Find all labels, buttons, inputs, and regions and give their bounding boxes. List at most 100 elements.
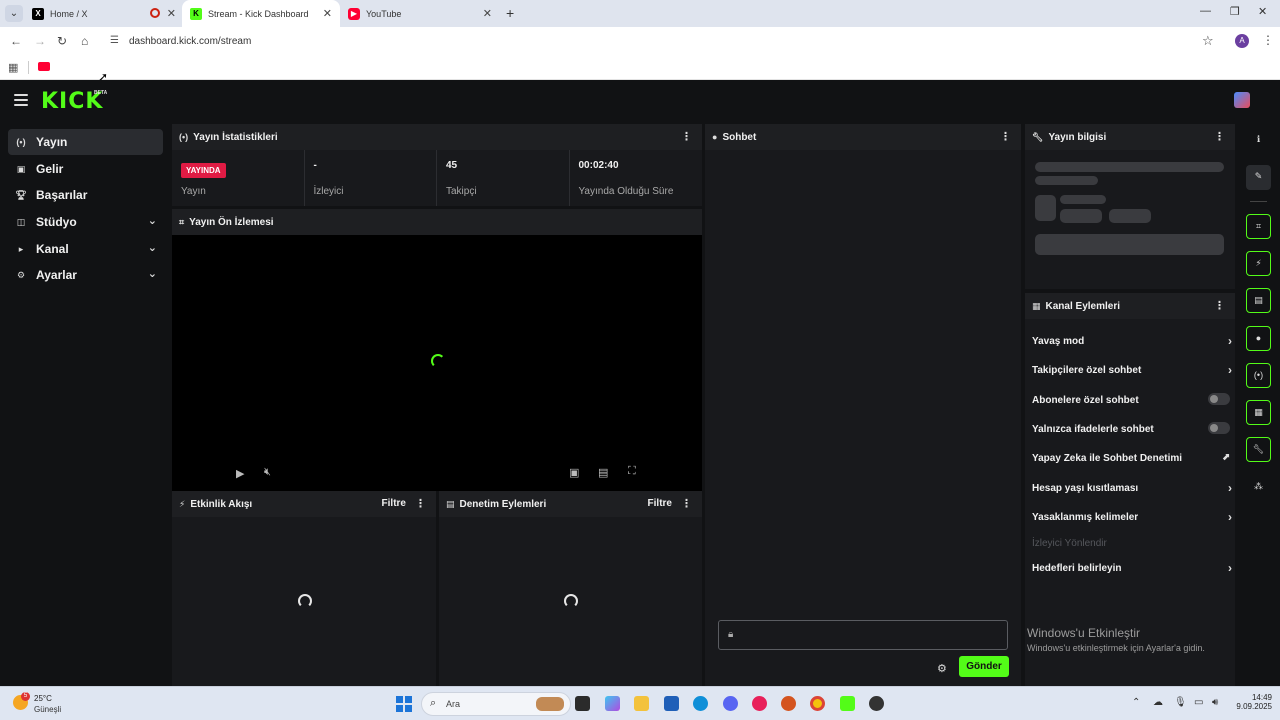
tab-youtube[interactable]: ▶ YouTube ✕ (340, 0, 500, 27)
user-avatar[interactable] (1234, 92, 1250, 108)
network-icon[interactable]: ▭ (1194, 697, 1203, 708)
opera-icon[interactable] (752, 696, 767, 711)
sidebar-item-studyo[interactable]: ◫ Stüdyo ⌄ (8, 209, 163, 235)
task-view-icon[interactable] (575, 696, 590, 711)
hamburger-menu-icon[interactable] (14, 94, 28, 106)
discord-icon[interactable] (723, 696, 738, 711)
panel-header: ● Sohbet ⋮ (705, 124, 1021, 150)
back-icon[interactable]: ← (10, 34, 22, 48)
close-icon[interactable]: ✕ (323, 7, 332, 20)
action-ai-chat-moderation[interactable]: Yapay Zeka ile Sohbet Denetimi ⬈ (1032, 452, 1230, 464)
sidebar: (•) Yayın ▣ Gelir 🏆︎ Başarılar ◫ Stüdyo … (0, 122, 170, 686)
more-options-icon[interactable]: ⋮ (681, 130, 692, 143)
live-badge: YAYINDA (181, 163, 226, 178)
forward-icon[interactable]: → (34, 34, 46, 48)
mini-player-icon[interactable]: ▣ (569, 466, 579, 479)
sidebar-item-basarilar[interactable]: 🏆︎ Başarılar (8, 182, 163, 208)
recording-indicator-icon (150, 8, 160, 18)
chevron-right-icon: › (1228, 481, 1232, 495)
tab-kick-dashboard[interactable]: K Stream - Kick Dashboard ✕ (182, 0, 340, 27)
more-options-icon[interactable]: ⋮ (1214, 299, 1225, 312)
toggle-switch[interactable] (1208, 393, 1230, 405)
sidebar-item-yayin[interactable]: (•) Yayın (8, 129, 163, 155)
youtube-bookmark-icon[interactable] (38, 62, 50, 71)
volume-icon[interactable]: 🔊︎ (1212, 697, 1218, 708)
sidebar-item-ayarlar[interactable]: ⚙ Ayarlar ⌄ (8, 262, 163, 288)
action-slow-mode[interactable]: Yavaş mod › (1032, 334, 1232, 348)
search-placeholder: Ara (446, 699, 461, 709)
preview-icon[interactable]: ⌗ (1246, 214, 1271, 239)
stream-preview-panel: ⌗ Yayın Ön İzlemesi ▶ 🔇︎ ▣ ▤ ⛶ (172, 209, 702, 491)
broadcast-icon[interactable]: (•) (1246, 363, 1271, 388)
chevron-down-icon[interactable]: ⌄ (148, 214, 157, 227)
weather-temperature[interactable]: 25°C (34, 694, 52, 703)
copilot-icon[interactable] (605, 696, 620, 711)
more-options-icon[interactable]: ⋮ (1214, 130, 1225, 143)
weather-condition[interactable]: Güneşli (34, 705, 61, 714)
minimize-icon[interactable]: — (1200, 5, 1211, 17)
system-clock[interactable]: 14:49 9.09.2025 (1232, 693, 1272, 711)
taskbar-search[interactable]: ⌕ Ara (421, 692, 571, 716)
url-field[interactable]: dashboard.kick.com/stream (129, 36, 251, 47)
filter-button[interactable]: Filtre (382, 498, 406, 509)
send-button[interactable]: Gönder (959, 656, 1009, 677)
info-icon[interactable]: ℹ (1246, 128, 1271, 153)
wrench-icon[interactable]: 🔧︎ (1246, 437, 1271, 462)
close-icon[interactable]: ✕ (483, 7, 492, 20)
restore-icon[interactable]: ❐ (1230, 5, 1240, 18)
store-icon[interactable] (664, 696, 679, 711)
site-info-icon[interactable]: ☰ (110, 35, 119, 46)
video-player[interactable]: ▶ 🔇︎ ▣ ▤ ⛶ (172, 235, 702, 491)
theater-mode-icon[interactable]: ▤ (598, 466, 608, 479)
sidebar-item-gelir[interactable]: ▣ Gelir (8, 156, 163, 182)
tab-home-x[interactable]: X Home / X ✕ (24, 0, 184, 27)
home-icon[interactable]: ⌂ (81, 34, 88, 48)
more-options-icon[interactable]: ⋮ (415, 497, 426, 510)
bookmark-star-icon[interactable]: ☆ (1202, 33, 1214, 49)
action-account-age-restriction[interactable]: Hesap yaşı kısıtlaması › (1032, 481, 1232, 495)
kick-app-icon[interactable] (840, 696, 855, 711)
chevron-down-icon[interactable]: ⌄ (148, 241, 157, 254)
action-set-goals[interactable]: Hedefleri belirleyin › (1032, 561, 1232, 575)
tab-title: Home / X (50, 8, 88, 19)
add-widget-icon[interactable]: ⁂ (1246, 475, 1271, 500)
microphone-icon[interactable]: 🎙︎ (1174, 697, 1187, 708)
reload-icon[interactable]: ↻ (57, 34, 67, 48)
toggle-switch[interactable] (1208, 422, 1230, 434)
new-tab-icon[interactable]: + (506, 5, 514, 21)
lightning-icon[interactable]: ⚡︎ (1246, 251, 1271, 276)
edge-icon[interactable] (693, 696, 708, 711)
brave-icon[interactable] (781, 696, 796, 711)
more-options-icon[interactable]: ⋮ (1000, 130, 1011, 143)
tab-search-chevron-icon[interactable]: ⌄ (5, 5, 23, 22)
action-label: Yasaklanmış kelimeler (1032, 512, 1139, 523)
chat-icon[interactable]: ● (1246, 326, 1271, 351)
cloud-icon[interactable]: ☁ (1153, 697, 1163, 708)
filter-button[interactable]: Filtre (648, 498, 672, 509)
window-close-icon[interactable]: ✕ (1258, 5, 1267, 18)
windows-start-icon[interactable] (396, 696, 412, 712)
chevron-up-icon[interactable]: ⌃ (1132, 697, 1140, 708)
apps-grid-icon[interactable]: ▦ (8, 61, 18, 74)
file-explorer-icon[interactable] (634, 696, 649, 711)
action-banned-words[interactable]: Yasaklanmış kelimeler › (1032, 510, 1232, 524)
channel-actions-icon[interactable]: ▦ (1246, 400, 1271, 425)
chevron-down-icon[interactable]: ⌄ (148, 267, 157, 280)
moderation-log-icon[interactable]: ▤ (1246, 288, 1271, 313)
close-icon[interactable]: ✕ (167, 7, 176, 20)
browser-menu-icon[interactable]: ⋮ (1262, 33, 1274, 47)
more-options-icon[interactable]: ⋮ (681, 497, 692, 510)
action-label: Yalnızca ifadelerle sohbet (1032, 424, 1154, 435)
sidebar-item-kanal[interactable]: ▸ Kanal ⌄ (8, 236, 163, 262)
action-followers-only-chat[interactable]: Takipçilere özel sohbet › (1032, 363, 1232, 377)
chrome-icon[interactable] (810, 696, 825, 711)
mute-icon[interactable]: 🔇︎ (264, 466, 271, 479)
play-icon[interactable]: ▶ (236, 467, 244, 480)
chat-settings-gear-icon[interactable]: ⚙ (937, 662, 947, 675)
chat-input[interactable]: 🔒︎ (718, 620, 1008, 650)
profile-avatar[interactable]: A (1235, 34, 1249, 48)
edit-pencil-icon[interactable]: ✎ (1246, 165, 1271, 190)
app-icon[interactable] (869, 696, 884, 711)
panel-header: (•) Yayın İstatistikleri ⋮ (172, 124, 702, 150)
fullscreen-icon[interactable]: ⛶ (628, 465, 636, 478)
